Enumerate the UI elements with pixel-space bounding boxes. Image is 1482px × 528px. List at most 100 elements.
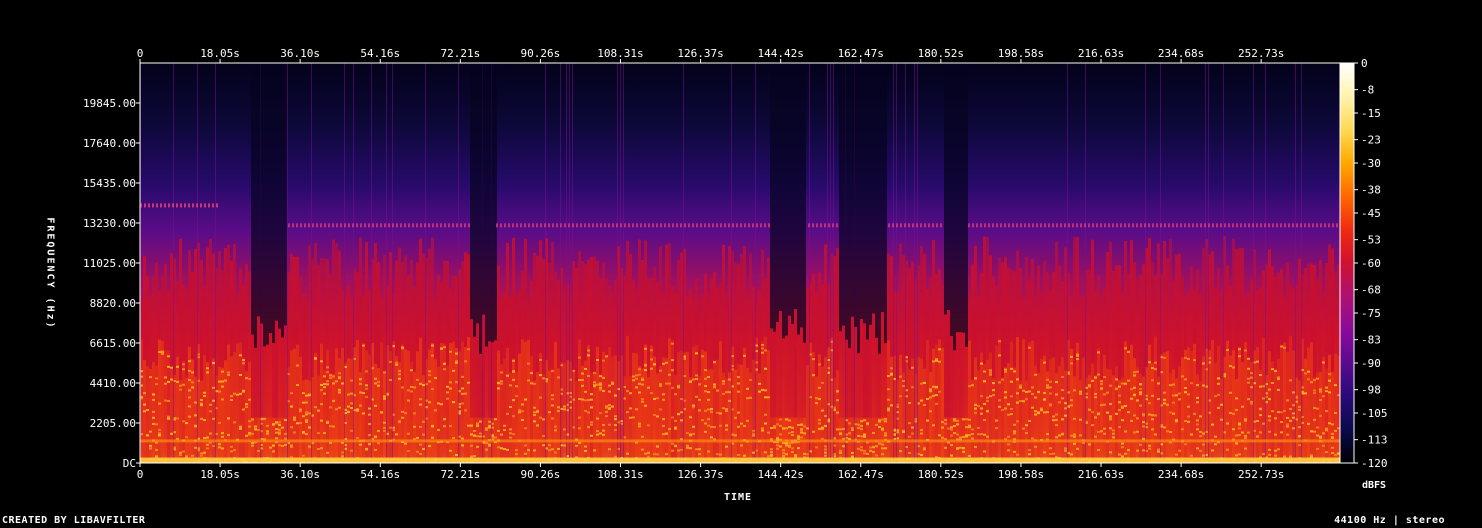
x-tick-top-label: 0: [137, 47, 144, 60]
spectrogram-harmonic: [188, 379, 191, 382]
spectrogram-harmonic: [629, 407, 632, 410]
spectrogram-harmonic: [578, 427, 581, 430]
spectrogram-harmonic: [1229, 365, 1232, 368]
spectrogram-band-13k: [292, 223, 294, 228]
spectrogram-harmonic: [473, 454, 476, 457]
spectrogram-column-hot: [308, 380, 311, 463]
spectrogram-harmonic: [1193, 359, 1196, 362]
spectrogram-harmonic: [1271, 410, 1274, 413]
spectrogram-harmonic: [1241, 405, 1244, 408]
spectrogram-harmonic: [575, 444, 578, 447]
x-tick-top-label: 72.21s: [440, 47, 480, 60]
spectrogram-band-13k: [1052, 223, 1054, 228]
spectrogram-band-13k: [592, 223, 594, 228]
spectrogram-harmonic: [527, 379, 530, 382]
spectrogram-harmonic: [1247, 377, 1250, 380]
spectrogram-column-hot: [1235, 378, 1238, 463]
spectrogram-column-hot: [1202, 356, 1205, 463]
spectrogram-transient: [914, 63, 915, 463]
spectrogram-harmonic: [431, 354, 434, 357]
spectrogram-quiet: [488, 63, 491, 342]
spectrogram-column-hot: [1325, 368, 1328, 463]
spectrogram-harmonic: [1172, 401, 1175, 404]
spectrogram-column-hot: [758, 373, 761, 463]
spectrogram-harmonic: [836, 390, 839, 393]
spectrogram-harmonic: [320, 360, 323, 363]
spectrogram-harmonic: [455, 361, 458, 364]
spectrogram-column-hot: [212, 358, 215, 463]
spectrogram-column-hot: [995, 345, 998, 463]
spectrogram-harmonic: [329, 377, 332, 380]
spectrogram-harmonic: [1226, 448, 1229, 451]
spectrogram-harmonic: [662, 424, 665, 427]
spectrogram-column-hot: [575, 380, 578, 463]
spectrogram-column-hot: [815, 376, 818, 463]
x-tick-top-label: 108.31s: [597, 47, 643, 60]
spectrogram-harmonic: [410, 390, 413, 393]
spectrogram-harmonic: [782, 454, 785, 457]
spectrogram-harmonic: [1142, 414, 1145, 417]
spectrogram-harmonic: [449, 387, 452, 390]
spectrogram-harmonic: [740, 422, 743, 425]
spectrogram-band-13k: [1068, 223, 1070, 228]
spectrogram-harmonic: [602, 424, 605, 427]
spectrogram-band-13k: [344, 223, 346, 228]
spectrogram-column-hot: [170, 366, 173, 463]
y-tick-label: 17640.00: [83, 137, 136, 150]
spectrogram-column-hot: [647, 376, 650, 463]
spectrogram-harmonic: [824, 448, 827, 451]
spectrogram-harmonic: [338, 406, 341, 409]
spectrogram-band-13k: [764, 223, 766, 228]
spectrogram-harmonic: [593, 381, 596, 384]
spectrogram-harmonic: [1136, 430, 1139, 433]
spectrogram-column-hot: [335, 348, 338, 463]
spectrogram-harmonic: [749, 378, 752, 381]
spectrogram-harmonic: [770, 448, 773, 451]
spectrogram-harmonic: [776, 447, 779, 450]
spectrogram-harmonic: [446, 391, 449, 394]
spectrogram-harmonic: [428, 445, 431, 448]
spectrogram-harmonic: [1007, 449, 1010, 452]
spectrogram-harmonic: [1118, 426, 1121, 429]
spectrogram-harmonic: [1115, 412, 1118, 415]
spectrogram-harmonic: [1262, 452, 1265, 455]
spectrogram-harmonic: [938, 390, 941, 393]
x-tick-top-label: 90.26s: [521, 47, 561, 60]
spectrogram-band-13k: [1036, 223, 1038, 228]
spectrogram-band-13k: [380, 223, 382, 228]
spectrogram-harmonic: [923, 446, 926, 449]
spectrogram-harmonic: [614, 415, 617, 418]
spectrogram-quiet: [875, 63, 878, 338]
spectrogram-harmonic: [1007, 413, 1010, 416]
spectrogram-harmonic: [302, 401, 305, 404]
spectrogram-harmonic: [500, 433, 503, 436]
spectrogram-harmonic: [1109, 384, 1112, 387]
spectrogram-harmonic: [614, 423, 617, 426]
spectrogram-harmonic: [551, 404, 554, 407]
spectrogram-harmonic: [536, 409, 539, 412]
spectrogram-harmonic: [599, 375, 602, 378]
spectrogram-harmonic: [602, 433, 605, 436]
spectrogram-column-hot: [329, 373, 332, 463]
spectrogram-harmonic: [977, 426, 980, 429]
spectrogram-harmonic: [983, 370, 986, 373]
spectrogram-harmonic: [899, 375, 902, 378]
spectrogram-harmonic: [1250, 376, 1253, 379]
spectrogram-harmonic: [824, 414, 827, 417]
spectrogram-band-13k: [416, 223, 418, 228]
spectrogram-harmonic: [923, 381, 926, 384]
spectrogram-harmonic: [1217, 406, 1220, 409]
spectrogram-column-hot: [245, 371, 248, 463]
spectrogram-harmonic: [1259, 431, 1262, 434]
spectrogram-band-14k: [216, 203, 218, 208]
spectrogram-harmonic: [674, 444, 677, 447]
spectrogram-harmonic: [302, 432, 305, 435]
footer-sample-rate: 44100 Hz | stereo: [1334, 515, 1445, 526]
spectrogram-band-13k: [456, 223, 458, 228]
spectrogram-harmonic: [635, 377, 638, 380]
spectrogram-quiet: [269, 63, 272, 334]
spectrogram-transient: [620, 63, 621, 463]
spectrogram-column-hot: [1328, 354, 1331, 463]
spectrogram-harmonic: [1097, 431, 1100, 434]
spectrogram-harmonic: [1274, 417, 1277, 420]
